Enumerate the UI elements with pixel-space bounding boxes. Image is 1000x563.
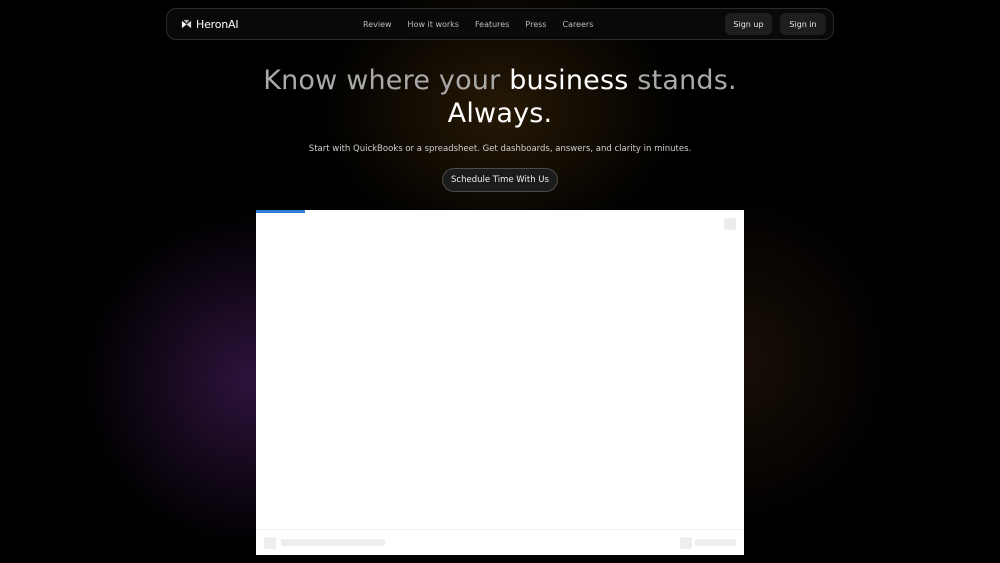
hero-title: Know where your business stands. Always. [0, 64, 1000, 130]
hero-title-part2: business [509, 65, 629, 96]
landing-page: HeronAI Review How it works Features Pre… [0, 0, 1000, 563]
brand-name: HeronAI [196, 17, 239, 31]
hero-title-part3: stands. [628, 65, 737, 96]
embed-footer [256, 529, 744, 555]
play-control-placeholder[interactable] [264, 537, 276, 549]
nav-link-how-it-works[interactable]: How it works [408, 20, 459, 29]
sign-up-button[interactable]: Sign up [725, 13, 772, 35]
nav-link-careers[interactable]: Careers [562, 20, 593, 29]
top-navbar: HeronAI Review How it works Features Pre… [166, 8, 834, 40]
hero-subtitle: Start with QuickBooks or a spreadsheet. … [308, 144, 692, 154]
nav-link-review[interactable]: Review [363, 20, 392, 29]
nav-link-press[interactable]: Press [525, 20, 546, 29]
nav-links: Review How it works Features Press Caree… [363, 9, 593, 39]
nav-link-features[interactable]: Features [475, 20, 509, 29]
schedule-time-button[interactable]: Schedule Time With Us [442, 168, 558, 192]
embedded-video-frame[interactable] [256, 210, 744, 555]
sign-in-button[interactable]: Sign in [780, 13, 826, 35]
loading-progress-fill [256, 210, 305, 213]
hero-title-line2: Always. [447, 98, 553, 129]
loading-progress-bar [256, 210, 744, 213]
control-placeholder[interactable] [680, 537, 692, 549]
title-placeholder [281, 539, 385, 546]
hero-title-part1: Know where your [263, 65, 510, 96]
heron-logo-icon [181, 19, 192, 30]
meta-placeholder [695, 539, 736, 546]
brand-logo-link[interactable]: HeronAI [181, 9, 239, 39]
nav-actions: Sign up Sign in [725, 13, 826, 35]
embed-menu-placeholder[interactable] [724, 218, 736, 230]
